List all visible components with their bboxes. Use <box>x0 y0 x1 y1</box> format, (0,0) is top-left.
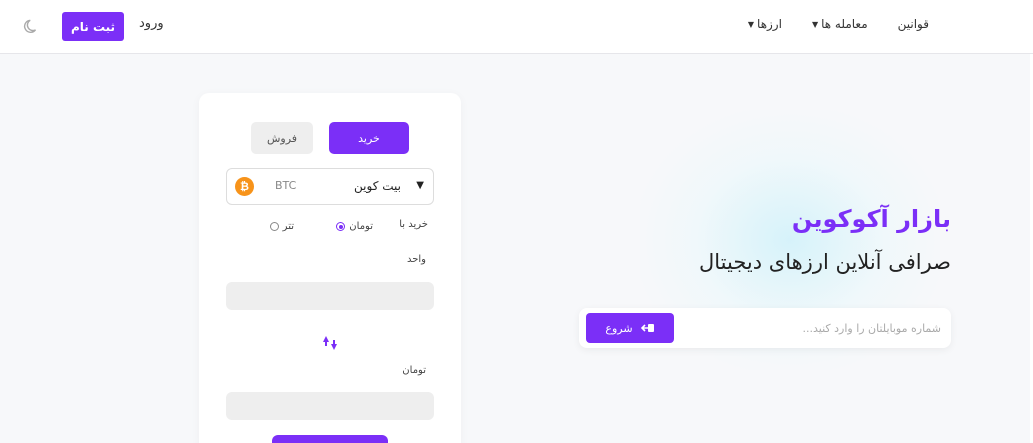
coin-symbol: BTC <box>275 179 297 192</box>
moon-icon[interactable] <box>22 16 42 36</box>
radio-label: تتر <box>282 221 294 232</box>
nav-item-trades[interactable]: معامله ها ▼ <box>812 17 868 31</box>
radio-circle[interactable] <box>269 222 279 231</box>
caret-down-icon: ▼ <box>811 19 819 29</box>
login-link[interactable]: ورود <box>139 16 164 31</box>
radio-circle[interactable] <box>336 222 346 231</box>
buy-with-label: خرید با <box>399 219 428 230</box>
caret-down-icon: ▼ <box>747 19 755 29</box>
submit-trade-button[interactable] <box>272 435 388 443</box>
nav-item-label: قوانین <box>897 17 929 31</box>
radio-label: تومان <box>349 221 373 232</box>
phone-input[interactable] <box>681 318 941 338</box>
top-header: ثبت نام ورود ارزها ▼ معامله ها ▼ قوانین <box>0 0 1033 54</box>
start-button[interactable]: شروع <box>586 313 674 343</box>
sign-in-icon <box>640 323 655 333</box>
coin-select[interactable]: ▼ بیت کوین BTC ₿ <box>226 168 434 205</box>
swap-arrows-icon[interactable] <box>320 334 340 352</box>
radio-toman[interactable]: تومان <box>336 221 373 232</box>
trade-card: خرید فروش ▼ بیت کوین BTC ₿ خرید با تومان… <box>199 93 461 443</box>
nav-item-currencies[interactable]: ارزها ▼ <box>748 17 782 31</box>
signup-button[interactable]: ثبت نام <box>62 12 124 41</box>
toman-label: تومان <box>402 365 426 376</box>
coin-name: بیت کوین <box>354 179 401 193</box>
hero-subtitle: صرافی آنلاین ارزهای دیجیتال <box>699 250 951 274</box>
main-nav: ارزها ▼ معامله ها ▼ قوانین <box>748 17 929 31</box>
caret-down-icon: ▼ <box>416 180 424 191</box>
tab-buy[interactable]: خرید <box>329 122 409 154</box>
unit-label: واحد <box>406 254 426 265</box>
radio-tether[interactable]: تتر <box>269 221 294 232</box>
toman-amount-input[interactable] <box>226 392 434 420</box>
bitcoin-icon: ₿ <box>235 177 254 196</box>
unit-amount-input[interactable] <box>226 282 434 310</box>
nav-item-rules[interactable]: قوانین <box>898 17 929 31</box>
nav-item-label: ارزها <box>757 17 782 31</box>
phone-signup-box: شروع <box>579 308 951 348</box>
hero-title: بازار آکوکوین <box>791 205 951 233</box>
tab-sell[interactable]: فروش <box>251 122 313 154</box>
start-button-label: شروع <box>605 321 633 335</box>
nav-item-label: معامله ها <box>821 17 868 31</box>
